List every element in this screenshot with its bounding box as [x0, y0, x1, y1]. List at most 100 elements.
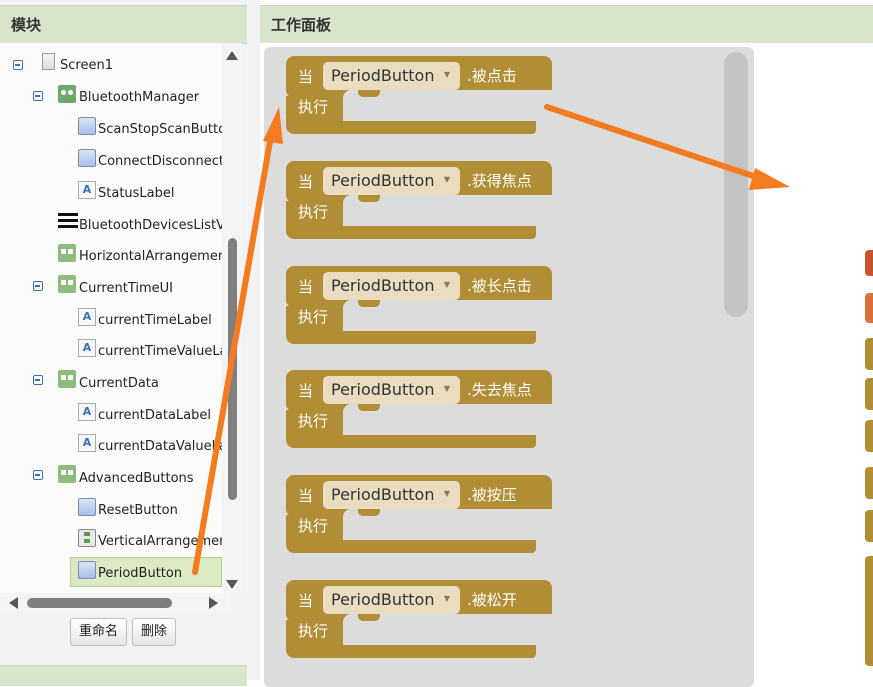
when-keyword: 当 [298, 382, 314, 400]
when-keyword: 当 [298, 278, 314, 296]
label-icon: A [78, 434, 96, 452]
workspace-title: 工作面板 [271, 16, 332, 34]
horizontal-arrangement-icon [58, 370, 76, 388]
tree-item-resetbutton[interactable]: ResetButton [98, 503, 178, 518]
event-name: .被按压 [467, 486, 517, 504]
components-panel-title: 模块 [11, 16, 42, 34]
screen-icon [42, 53, 55, 70]
event-block-gotfocus[interactable]: 当 执行 PeriodButton ▼ .获得焦点 [286, 161, 556, 239]
rename-button[interactable]: 重命名 [70, 618, 128, 646]
tree-item-verticalarrangement1[interactable]: VerticalArrangement1 [98, 534, 222, 549]
partial-block[interactable] [865, 338, 873, 370]
partial-block[interactable] [865, 510, 873, 542]
event-name: .被点击 [467, 67, 517, 85]
panel-divider [247, 0, 260, 680]
when-keyword: 当 [298, 68, 314, 86]
tree-item-currentdatavaluelabel[interactable]: currentDataValueLabel [98, 439, 222, 454]
scroll-up-icon[interactable] [226, 51, 238, 60]
label-icon: A [78, 181, 96, 199]
component-dropdown[interactable]: PeriodButton ▼ [323, 481, 460, 509]
when-keyword: 当 [298, 487, 314, 505]
do-keyword: 执行 [298, 517, 329, 535]
do-keyword: 执行 [298, 622, 329, 640]
event-block-touchdown[interactable]: 当 执行 PeriodButton ▼ .被按压 [286, 475, 556, 553]
event-block-touchup[interactable]: 当 执行 PeriodButton ▼ .被松开 [286, 580, 556, 658]
dropdown-caret-icon: ▼ [443, 70, 450, 79]
collapse-icon[interactable] [33, 91, 43, 101]
do-keyword: 执行 [298, 308, 329, 326]
do-keyword: 执行 [298, 203, 329, 221]
horizontal-arrangement-icon [58, 275, 76, 293]
horizontal-arrangement-icon [58, 244, 76, 262]
tree-vertical-scrollbar[interactable] [222, 43, 242, 593]
label-icon: A [78, 339, 96, 357]
tree-item-advancedbuttons[interactable]: AdvancedButtons [79, 471, 194, 486]
tree-item-currenttimelabel[interactable]: currentTimeLabel [98, 313, 212, 328]
do-keyword: 执行 [298, 412, 329, 430]
flyout-scrollbar[interactable] [724, 52, 748, 317]
delete-button[interactable]: 删除 [132, 618, 177, 646]
collapse-icon[interactable] [33, 470, 43, 480]
component-dropdown[interactable]: PeriodButton ▼ [323, 376, 460, 404]
partial-block[interactable] [865, 467, 873, 499]
scroll-thumb[interactable] [228, 238, 237, 500]
event-block-longclick[interactable]: 当 执行 PeriodButton ▼ .被长点击 [286, 266, 556, 344]
collapse-icon[interactable] [33, 375, 43, 385]
scroll-thumb[interactable] [27, 598, 172, 608]
tree-item-currenttimevaluelabel[interactable]: currentTimeValueLabel [98, 344, 222, 359]
event-name: .获得焦点 [467, 172, 532, 190]
component-dropdown[interactable]: PeriodButton ▼ [323, 586, 460, 614]
tree-item-screen1[interactable]: Screen1 [60, 58, 113, 73]
vertical-arrangement-icon [78, 529, 96, 547]
bluetooth-client-icon [58, 85, 76, 103]
collapse-icon[interactable] [13, 60, 23, 70]
partial-block[interactable] [865, 420, 873, 452]
partial-block[interactable] [865, 250, 873, 276]
component-name: PeriodButton [331, 276, 435, 295]
properties-panel-header [0, 665, 247, 686]
tree-item-currentdatalabel[interactable]: currentDataLabel [98, 408, 211, 423]
scroll-right-icon[interactable] [209, 597, 218, 609]
event-block-click[interactable]: 当 执行 PeriodButton ▼ .被点击 [286, 56, 556, 134]
component-name: PeriodButton [331, 66, 435, 85]
components-panel: 模块 Screen1 BluetoothManager ScanStopScan… [0, 0, 247, 686]
partial-block[interactable] [865, 556, 873, 666]
event-block-lostfocus[interactable]: 当 执行 PeriodButton ▼ .失去焦点 [286, 370, 556, 448]
label-icon: A [78, 403, 96, 421]
dropdown-caret-icon: ▼ [443, 384, 450, 393]
collapse-icon[interactable] [33, 281, 43, 291]
label-icon: A [78, 308, 96, 326]
component-name: PeriodButton [331, 485, 435, 504]
button-icon [78, 117, 96, 135]
tree-item-periodbutton[interactable]: PeriodButton [98, 566, 182, 581]
dropdown-caret-icon: ▼ [443, 175, 450, 184]
tree-item-currentdata[interactable]: CurrentData [79, 376, 159, 391]
event-name: .失去焦点 [467, 381, 532, 399]
tree-item-scanstopscanbutton[interactable]: ScanStopScanButton [98, 122, 222, 137]
tree-horizontal-scrollbar[interactable] [0, 593, 230, 613]
tree-item-statuslabel[interactable]: StatusLabel [98, 186, 175, 201]
component-name: PeriodButton [331, 590, 435, 609]
tree-item-connectdisconnectbutton[interactable]: ConnectDisconnectButton [98, 154, 222, 169]
workspace-header: 工作面板 [260, 5, 873, 44]
dropdown-caret-icon: ▼ [443, 594, 450, 603]
partial-block[interactable] [865, 378, 873, 410]
component-dropdown[interactable]: PeriodButton ▼ [323, 167, 460, 195]
partial-block[interactable] [865, 293, 873, 323]
tree-item-horizontalarrangement1[interactable]: HorizontalArrangement1 [79, 249, 222, 264]
horizontal-arrangement-icon [58, 465, 76, 483]
tree-item-bluetoothmanager[interactable]: BluetoothManager [79, 90, 199, 105]
component-tree: Screen1 BluetoothManager ScanStopScanBut… [0, 43, 222, 593]
component-name: PeriodButton [331, 171, 435, 190]
component-dropdown[interactable]: PeriodButton ▼ [323, 272, 460, 300]
dropdown-caret-icon: ▼ [443, 489, 450, 498]
component-dropdown[interactable]: PeriodButton ▼ [323, 62, 460, 90]
scroll-left-icon[interactable] [9, 597, 18, 609]
tree-item-bluetoothdeviceslistview[interactable]: BluetoothDevicesListView [79, 218, 222, 233]
scroll-down-icon[interactable] [226, 580, 238, 589]
components-panel-header: 模块 [0, 5, 247, 44]
button-icon [78, 561, 96, 579]
tree-item-currenttimeui[interactable]: CurrentTimeUI [79, 281, 173, 296]
listview-icon [58, 213, 78, 229]
when-keyword: 当 [298, 592, 314, 610]
